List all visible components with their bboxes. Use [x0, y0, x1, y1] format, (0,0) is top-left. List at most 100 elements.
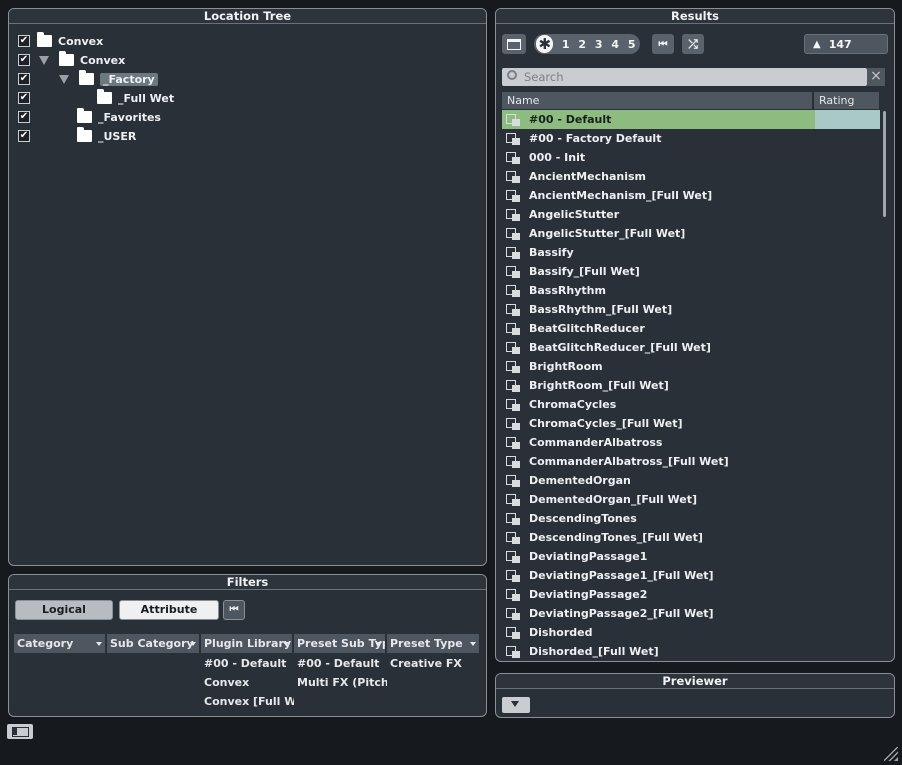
scrollbar[interactable]: [883, 111, 886, 217]
rating-filter-1[interactable]: 1: [557, 38, 574, 51]
rating-filter-2[interactable]: 2: [574, 38, 591, 51]
filter-value[interactable]: #00 - Default: [201, 654, 294, 673]
result-row[interactable]: BassRhythm: [502, 281, 880, 300]
result-name: BeatGlitchReducer: [529, 322, 645, 335]
preset-icon: [506, 170, 520, 183]
folder-icon: [79, 70, 94, 85]
search-input[interactable]: Search: [502, 68, 867, 86]
preset-icon: [506, 303, 520, 316]
filter-value[interactable]: #00 - Default: [294, 654, 387, 673]
result-row[interactable]: DeviatingPassage2_[Full Wet]: [502, 604, 880, 623]
filter-value[interactable]: Convex: [201, 673, 294, 692]
tree-item-full-wet[interactable]: ✔ _Full Wet: [9, 89, 479, 107]
column-plugin-library[interactable]: Plugin Library N: [201, 634, 294, 653]
result-row[interactable]: DescendingTones_[Full Wet]: [502, 528, 880, 547]
layout-toggle-button[interactable]: [7, 724, 33, 739]
reset-results-button[interactable]: ⏮: [652, 34, 674, 54]
preset-icon: [506, 398, 520, 411]
result-row[interactable]: DeviatingPassage1_[Full Wet]: [502, 566, 880, 585]
result-row[interactable]: DeviatingPassage2: [502, 585, 880, 604]
previewer-panel: Previewer: [495, 673, 895, 718]
tree-item-factory[interactable]: ✔ _Factory: [9, 70, 479, 88]
result-row[interactable]: DementedOrgan_[Full Wet]: [502, 490, 880, 509]
resize-grip-icon[interactable]: [884, 747, 898, 761]
folder-toggle-button[interactable]: [502, 34, 526, 54]
column-preset-type[interactable]: Preset Type: [387, 634, 481, 653]
preset-icon: [506, 113, 520, 126]
checkbox[interactable]: ✔: [18, 92, 30, 104]
shapes-icon: ▲: [813, 38, 821, 50]
attribute-button[interactable]: Attribute: [119, 600, 219, 620]
filter-value[interactable]: Convex [Full Wet: [201, 692, 294, 711]
checkbox[interactable]: ✔: [18, 73, 30, 85]
column-preset-sub-type[interactable]: Preset Sub Type: [294, 634, 387, 653]
result-row[interactable]: BassRhythm_[Full Wet]: [502, 300, 880, 319]
result-row[interactable]: AncientMechanism_[Full Wet]: [502, 186, 880, 205]
previewer-toggle-button[interactable]: [502, 697, 530, 713]
filter-value[interactable]: Multi FX (Pitch, D: [294, 673, 387, 692]
checkbox[interactable]: ✔: [18, 54, 30, 66]
result-row[interactable]: Bassify_[Full Wet]: [502, 262, 880, 281]
result-row[interactable]: ChromaCycles_[Full Wet]: [502, 414, 880, 433]
checkbox[interactable]: ✔: [18, 111, 30, 123]
dropdown-icon: [283, 642, 289, 646]
asterisk-icon[interactable]: ✱: [536, 35, 554, 53]
column-category[interactable]: Category: [14, 634, 107, 653]
result-row[interactable]: CommanderAlbatross: [502, 433, 880, 452]
tree-item-label: Convex: [58, 34, 104, 48]
result-name: DescendingTones: [529, 512, 637, 525]
result-row[interactable]: BeatGlitchReducer_[Full Wet]: [502, 338, 880, 357]
tree-item-label: Convex: [80, 53, 126, 67]
preset-icon: [506, 607, 520, 620]
result-row[interactable]: AngelicStutter: [502, 205, 880, 224]
result-row[interactable]: Dishorded_[Full Wet]: [502, 642, 880, 661]
result-name: AncientMechanism_[Full Wet]: [529, 189, 713, 202]
rating-filter-3[interactable]: 3: [590, 38, 607, 51]
preset-icon: [506, 550, 520, 563]
tree-item-convex-root[interactable]: ✔ Convex: [9, 32, 479, 50]
result-row[interactable]: DeviatingPassage1: [502, 547, 880, 566]
result-row[interactable]: DementedOrgan: [502, 471, 880, 490]
result-row[interactable]: Dishorded: [502, 623, 880, 642]
rating-filter[interactable]: ✱ 1 2 3 4 5: [534, 34, 640, 54]
column-sub-category[interactable]: Sub Category: [107, 634, 201, 653]
result-row[interactable]: 000 - Init: [502, 148, 880, 167]
tree-item-favorites[interactable]: ✔ _Favorites: [9, 108, 479, 126]
result-row[interactable]: Bassify: [502, 243, 880, 262]
result-name: DeviatingPassage2: [529, 588, 648, 601]
result-row[interactable]: #00 - Default: [502, 110, 880, 129]
result-row[interactable]: AncientMechanism: [502, 167, 880, 186]
result-row[interactable]: #00 - Factory Default: [502, 129, 880, 148]
result-row[interactable]: ChromaCycles: [502, 395, 880, 414]
result-row[interactable]: BrightRoom: [502, 357, 880, 376]
column-name[interactable]: Name: [502, 92, 814, 109]
rating-filter-5[interactable]: 5: [623, 38, 640, 51]
expand-triangle-icon[interactable]: [59, 74, 69, 84]
shuffle-icon[interactable]: ⤮: [682, 34, 704, 54]
result-row[interactable]: DescendingTones: [502, 509, 880, 528]
dropdown-icon: [376, 642, 382, 646]
previewer-title: Previewer: [496, 674, 894, 689]
result-rating[interactable]: [815, 110, 880, 129]
column-rating[interactable]: Rating: [814, 92, 879, 109]
result-row[interactable]: BrightRoom_[Full Wet]: [502, 376, 880, 395]
clear-search-button[interactable]: ×: [867, 68, 885, 86]
expand-triangle-icon[interactable]: [39, 55, 49, 65]
result-row[interactable]: AngelicStutter_[Full Wet]: [502, 224, 880, 243]
rating-filter-4[interactable]: 4: [607, 38, 624, 51]
location-tree-panel: Location Tree ✔ Convex ✔ Convex ✔ _Facto…: [8, 8, 487, 566]
filter-value[interactable]: Creative FX: [387, 654, 481, 673]
dropdown-icon: [190, 642, 196, 646]
logical-button[interactable]: Logical: [15, 600, 113, 620]
preset-icon: [506, 189, 520, 202]
tree-item-user[interactable]: ✔ _USER: [9, 127, 479, 145]
tree-item-convex[interactable]: ✔ Convex: [9, 51, 479, 69]
reset-filters-button[interactable]: ⏮: [223, 600, 245, 620]
result-name: Dishorded_[Full Wet]: [529, 645, 659, 658]
folder-icon: [77, 108, 92, 123]
result-row[interactable]: BeatGlitchReducer: [502, 319, 880, 338]
result-row[interactable]: CommanderAlbatross_[Full Wet]: [502, 452, 880, 471]
checkbox[interactable]: ✔: [18, 130, 30, 142]
checkbox[interactable]: ✔: [18, 35, 30, 47]
preset-icon: [506, 417, 520, 430]
